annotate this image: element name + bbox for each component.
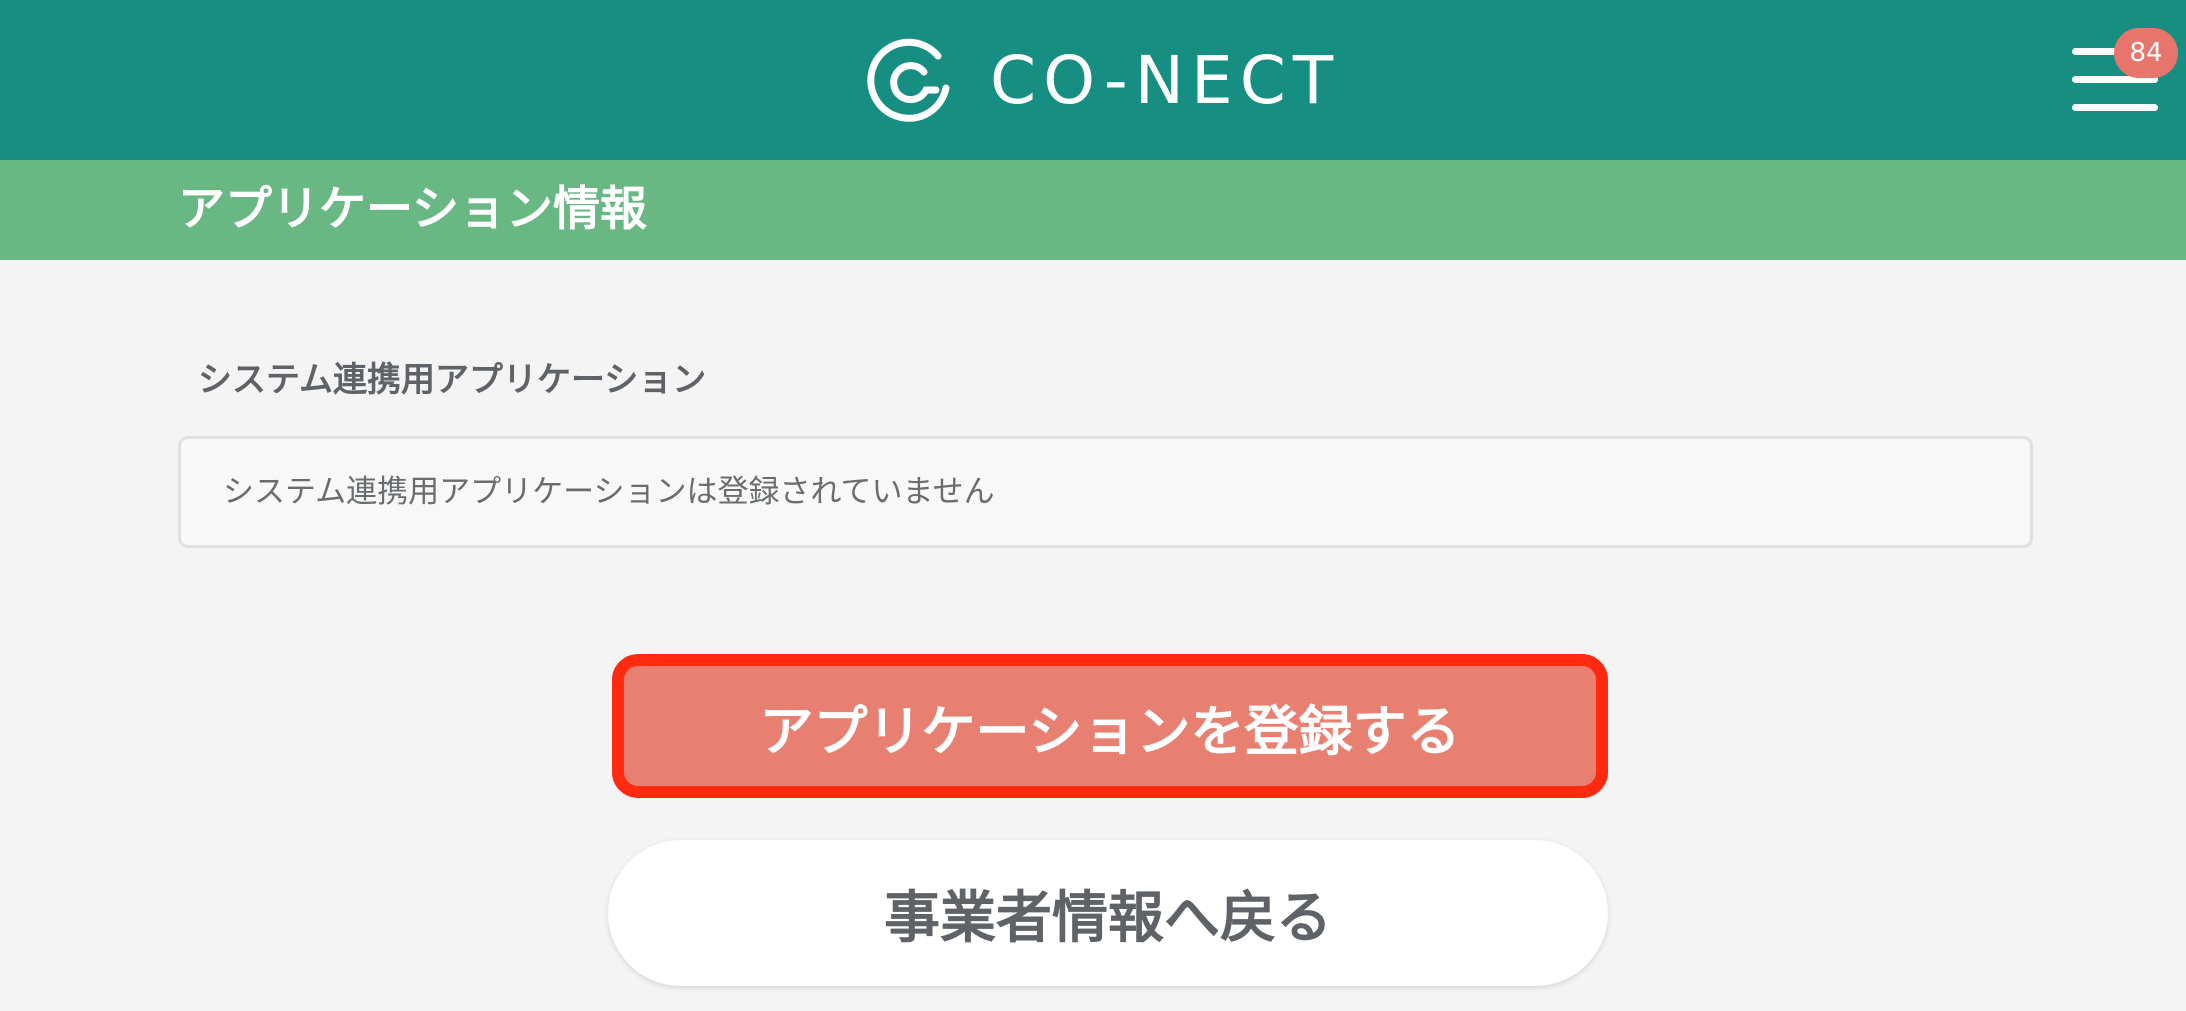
conect-logo-icon xyxy=(867,38,950,122)
page-title: アプリケーション情報 xyxy=(178,182,648,237)
empty-message: システム連携用アプリケーションは登録されていません xyxy=(223,474,995,510)
notification-badge: 84 xyxy=(2114,28,2178,78)
register-application-button[interactable]: アプリケーションを登録する xyxy=(612,654,1608,798)
back-to-business-info-button[interactable]: 事業者情報へ戻る xyxy=(608,840,1608,986)
page-title-bar: アプリケーション情報 xyxy=(0,160,2186,260)
register-application-label: アプリケーションを登録する xyxy=(759,699,1461,763)
application-list-box: システム連携用アプリケーションは登録されていません xyxy=(178,436,2033,548)
section-label: システム連携用アプリケーション xyxy=(198,360,707,400)
logo[interactable]: CO-NECT xyxy=(866,38,1340,124)
logo-text: CO-NECT xyxy=(990,42,1341,119)
app-header: CO-NECT 84 xyxy=(0,0,2186,160)
back-to-business-info-label: 事業者情報へ戻る xyxy=(884,885,1332,951)
